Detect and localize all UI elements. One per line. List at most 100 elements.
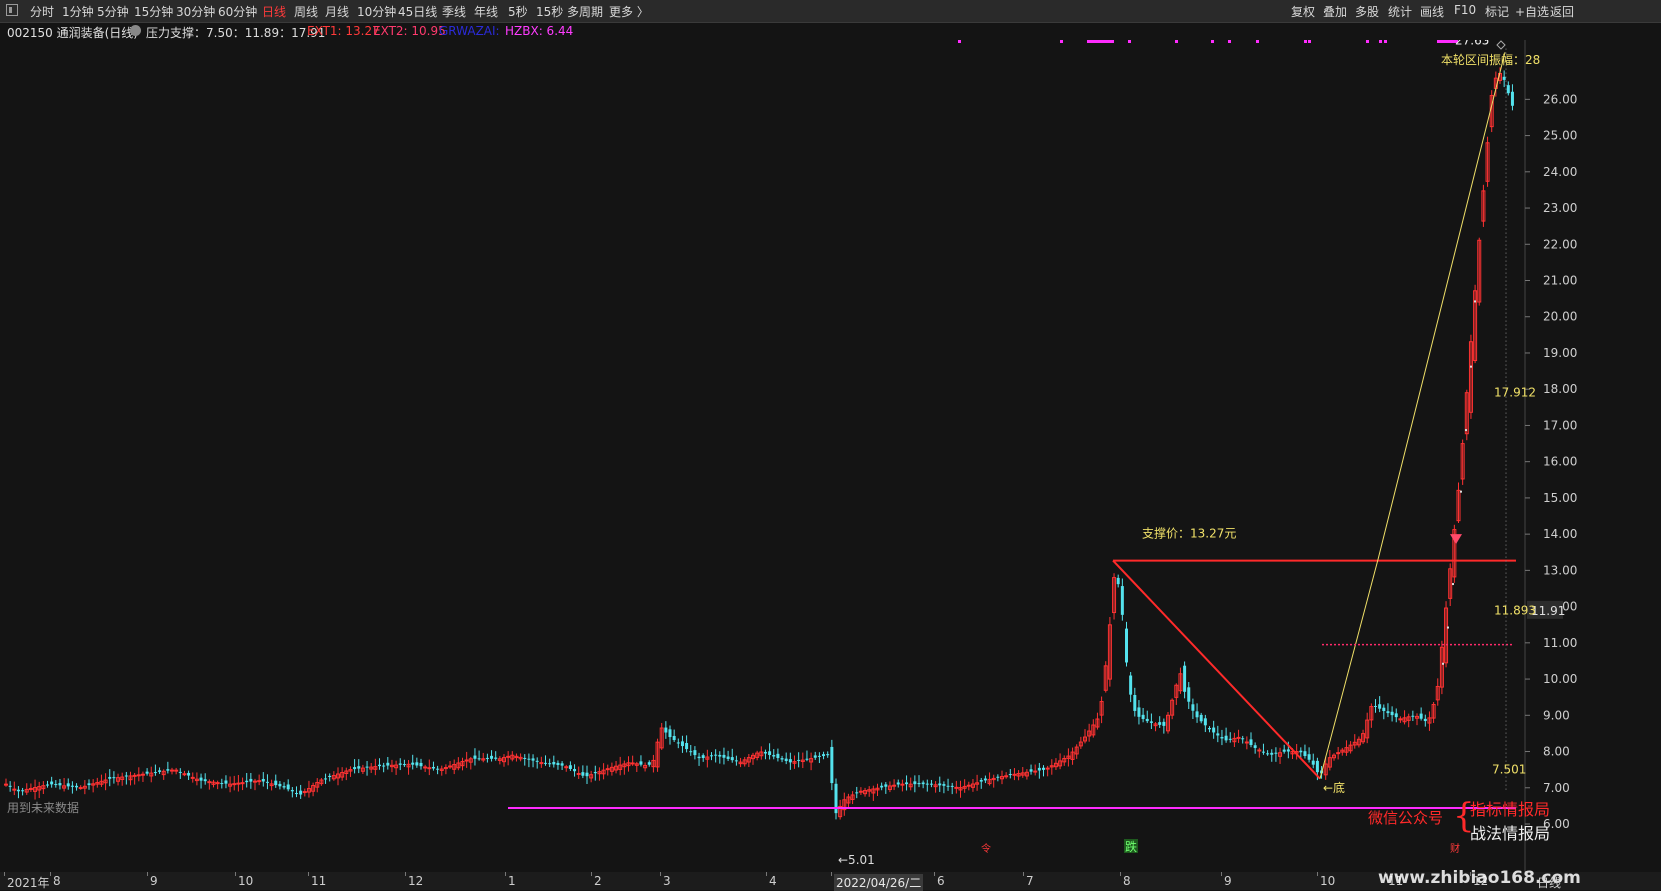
signal-dot <box>1443 40 1446 43</box>
period-toolbar: 分时 1分钟 5分钟 15分钟 30分钟 60分钟 日线 周线 月线 10分钟 45日线 季线 年线 5秒… <box>0 0 1661 23</box>
candle-body <box>1183 665 1187 692</box>
candle-body <box>805 758 809 760</box>
toolbar-button-0[interactable]: 复权 <box>1291 3 1315 20</box>
candle-body <box>220 783 224 785</box>
toolbar-button-3[interactable]: 统计 <box>1388 3 1412 20</box>
tab-period-15[interactable]: 多周期 <box>567 3 603 20</box>
toolbar-button-7[interactable]: +自选 <box>1515 3 1549 20</box>
kline-chart[interactable]: 6.007.008.009.0010.0011.0012.0013.0014.0… <box>0 40 1661 872</box>
candle-body <box>1303 751 1307 757</box>
candle-body <box>1423 718 1427 722</box>
candle-body <box>1249 739 1253 746</box>
candle-body <box>4 783 8 786</box>
tab-period-1[interactable]: 1分钟 <box>62 3 94 20</box>
candle-body <box>1125 628 1128 663</box>
tab-period-13[interactable]: 5秒 <box>508 3 528 20</box>
candle-body <box>1266 753 1270 755</box>
candle-body <box>1253 745 1257 748</box>
candle-body <box>664 727 668 733</box>
candle-body <box>490 755 494 759</box>
price-tick-label: 22.00 <box>1543 237 1577 251</box>
range-annotation: 本轮区间振幅：28 <box>1441 52 1540 67</box>
price-tick-label: 13.00 <box>1543 563 1577 577</box>
time-label-5: 12 <box>408 874 424 888</box>
trend-dot <box>1442 662 1444 665</box>
candle-body <box>697 756 701 759</box>
candle-body <box>925 783 929 785</box>
candle-body <box>1116 577 1120 585</box>
candle-body <box>1129 675 1133 695</box>
watermark-line2: 指标情报局 <box>1470 800 1551 819</box>
signal-dot <box>1087 40 1090 43</box>
candle-body <box>531 758 535 761</box>
candle-body <box>253 780 257 783</box>
candle-body <box>797 759 801 761</box>
tab-period-5[interactable]: 60分钟 <box>218 3 257 20</box>
time-label-13: 8 <box>1123 874 1131 888</box>
toolbar-button-1[interactable]: 叠加 <box>1323 3 1347 20</box>
candle-body <box>411 762 415 765</box>
price-tick-label: 8.00 <box>1543 745 1570 759</box>
candle-body <box>286 784 290 790</box>
candle-body <box>1029 769 1033 772</box>
tab-period-3[interactable]: 15分钟 <box>134 3 173 20</box>
candle-body <box>676 742 680 744</box>
candle-body <box>207 781 212 784</box>
candle-body <box>112 777 116 779</box>
candle-body <box>605 768 610 771</box>
candle-body <box>8 785 12 787</box>
candle-body <box>768 751 772 756</box>
settings-icon[interactable] <box>130 25 141 36</box>
candle-body <box>938 783 942 786</box>
time-tick <box>235 872 236 876</box>
candle-body <box>1374 705 1377 707</box>
toolbar-button-5[interactable]: F10 <box>1454 3 1476 17</box>
tab-period-0[interactable]: 分时 <box>30 3 54 20</box>
time-tick <box>591 872 592 876</box>
signal-dot <box>958 40 961 43</box>
toolbar-button-6[interactable]: 标记 <box>1485 3 1509 20</box>
candle-body <box>494 757 498 759</box>
time-label-8: 3 <box>663 874 671 888</box>
time-label-1: 8 <box>53 874 61 888</box>
candle-body <box>485 757 489 759</box>
toolbar-button-2[interactable]: 多股 <box>1355 3 1379 20</box>
trend-dot <box>1447 626 1449 629</box>
candle-body <box>921 782 925 785</box>
candle-body <box>87 783 91 786</box>
tab-period-14[interactable]: 15秒 <box>536 3 563 20</box>
candle-body <box>788 759 792 763</box>
toolbar-button-8[interactable]: 返回 <box>1550 3 1574 20</box>
candle-body <box>398 763 402 765</box>
candle-body <box>680 741 684 747</box>
tab-period-9[interactable]: 10分钟 <box>357 3 396 20</box>
signal-dot <box>1437 40 1440 43</box>
tab-period-2[interactable]: 5分钟 <box>97 3 129 20</box>
tab-period-4[interactable]: 30分钟 <box>176 3 215 20</box>
tab-period-7[interactable]: 周线 <box>294 3 318 20</box>
candle-body <box>232 783 237 786</box>
candle-body <box>535 760 539 762</box>
tab-period-11[interactable]: 季线 <box>442 3 466 20</box>
tab-period-16[interactable]: 更多 〉 <box>609 3 649 20</box>
candle-body <box>1299 750 1303 753</box>
tab-period-6[interactable]: 日线 <box>262 3 286 20</box>
time-tick <box>766 872 767 876</box>
candle-body <box>261 778 265 782</box>
bottom-annotation: ←底 <box>1323 780 1345 795</box>
tab-period-12[interactable]: 年线 <box>474 3 498 20</box>
tab-period-10[interactable]: 45日线 <box>398 3 437 20</box>
price-tick-label: 17.00 <box>1543 418 1577 432</box>
candle-body <box>880 785 884 788</box>
time-label-15: 10 <box>1320 874 1336 888</box>
watermark-wechat: 微信公众号 <box>1368 809 1444 827</box>
candle-body <box>1145 718 1149 722</box>
candle-body <box>203 779 207 782</box>
low-annotation: ←5.01 <box>838 853 875 867</box>
candle-body <box>477 758 481 760</box>
system-menu-icon[interactable] <box>6 4 18 16</box>
toolbar-button-4[interactable]: 画线 <box>1420 3 1444 20</box>
candle-body <box>1149 721 1153 723</box>
candle-body <box>382 765 386 767</box>
tab-period-8[interactable]: 月线 <box>325 3 349 20</box>
